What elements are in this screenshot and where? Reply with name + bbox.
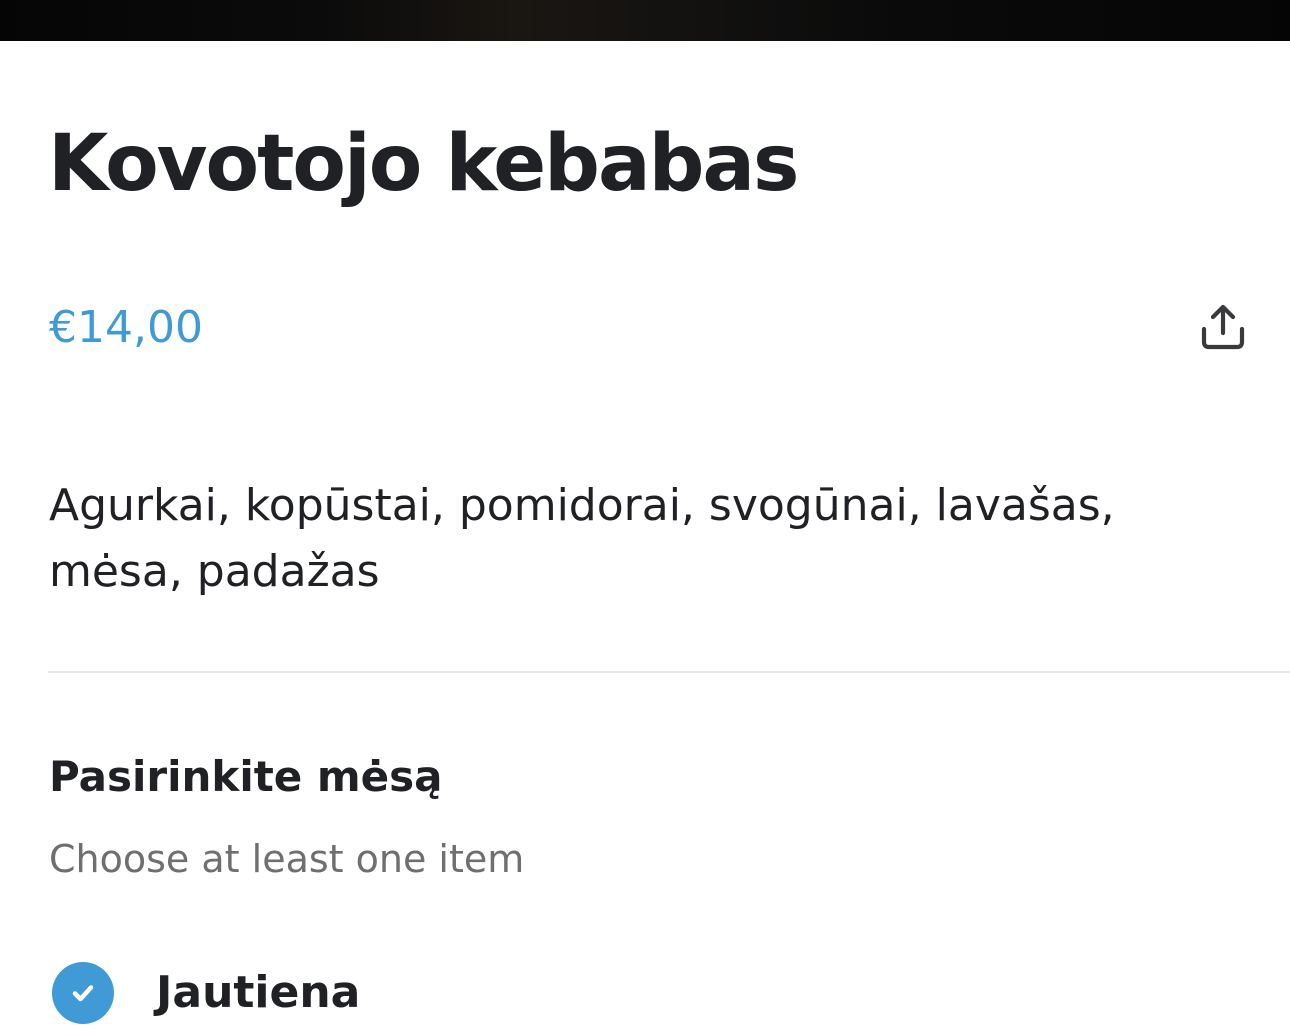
option-item-jautiena[interactable]: Jautiena <box>52 961 1242 1025</box>
checkmark-icon[interactable] <box>52 962 114 1024</box>
option-group-hint: Choose at least one item <box>49 837 525 881</box>
option-item-label: Jautiena <box>156 967 361 1018</box>
option-group-title: Pasirinkite mėsą <box>49 752 443 801</box>
product-detail-sheet: Kovotojo kebabas €14,00 Agurkai, kopūsta… <box>0 41 1290 1024</box>
product-hero-image <box>0 0 1290 41</box>
product-description: Agurkai, kopūstai, pomidorai, svogūnai, … <box>49 480 1115 597</box>
share-icon <box>1198 302 1248 356</box>
product-price: €14,00 <box>49 302 203 353</box>
product-title: Kovotojo kebabas <box>48 119 799 209</box>
share-button[interactable] <box>1190 299 1256 359</box>
section-divider <box>48 671 1290 673</box>
